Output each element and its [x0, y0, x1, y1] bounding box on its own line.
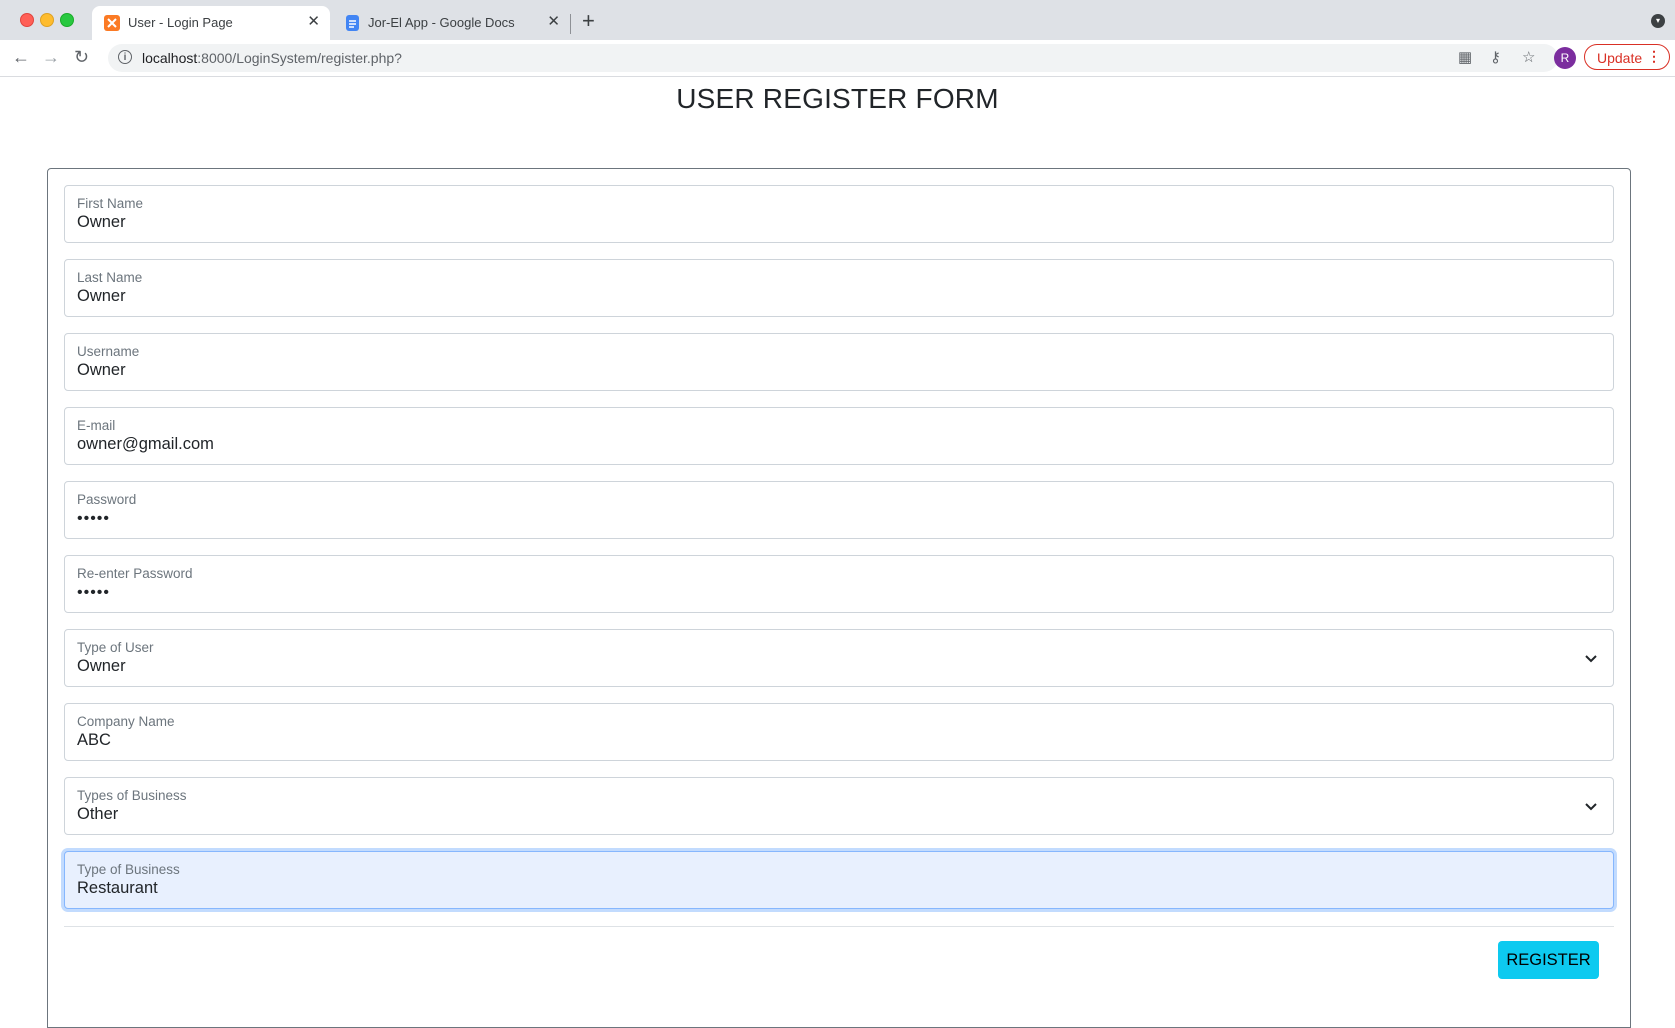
reenter-password-field[interactable]: Re-enter Password ••••• — [64, 555, 1614, 613]
page-title: USER REGISTER FORM — [676, 83, 999, 114]
close-window-button[interactable] — [20, 13, 34, 27]
browser-toolbar: ← → ↻ i localhost:8000/LoginSystem/regis… — [0, 40, 1675, 77]
field-label: Username — [77, 344, 140, 359]
tab-title: Jor-El App - Google Docs — [368, 15, 515, 30]
masked-password[interactable]: ••••• — [77, 584, 110, 602]
first-name-field[interactable]: First Name Owner — [64, 185, 1614, 243]
field-value[interactable]: Owner — [77, 213, 126, 232]
update-button[interactable]: Update ⋮ — [1584, 44, 1670, 70]
field-label: Last Name — [77, 270, 143, 285]
update-label: Update — [1597, 50, 1643, 66]
password-field[interactable]: Password ••••• — [64, 481, 1614, 539]
bookmark-star-icon[interactable]: ☆ — [1522, 50, 1535, 66]
close-tab-icon[interactable]: ✕ — [547, 14, 560, 30]
type-of-user-select[interactable]: Type of User Owner — [64, 629, 1614, 687]
last-name-field[interactable]: Last Name Owner — [64, 259, 1614, 317]
type-of-business-field[interactable]: Type of Business Restaurant — [64, 851, 1614, 909]
field-label: Type of Business — [77, 862, 180, 877]
field-value[interactable]: owner@gmail.com — [77, 435, 214, 454]
profile-avatar[interactable]: R — [1554, 47, 1576, 69]
username-field[interactable]: Username Owner — [64, 333, 1614, 391]
browser-tab-bar: User - Login Page ✕ Jor-El App - Google … — [0, 0, 1675, 40]
register-button[interactable]: REGISTER — [1498, 941, 1599, 979]
selected-option[interactable]: Other — [77, 805, 118, 824]
minimize-window-button[interactable] — [40, 13, 54, 27]
field-label: Company Name — [77, 714, 175, 729]
email-field[interactable]: E-mail owner@gmail.com — [64, 407, 1614, 465]
back-arrow-icon[interactable]: ← — [12, 47, 30, 67]
address-bar[interactable]: i localhost:8000/LoginSystem/register.ph… — [108, 44, 1558, 72]
chevron-down-icon[interactable] — [1583, 650, 1599, 666]
field-value[interactable]: Restaurant — [77, 879, 158, 898]
types-of-business-select[interactable]: Types of Business Other — [64, 777, 1614, 835]
field-label: Type of User — [77, 640, 154, 655]
selected-option[interactable]: Owner — [77, 657, 126, 676]
company-name-field[interactable]: Company Name ABC — [64, 703, 1614, 761]
tab-google-docs[interactable]: Jor-El App - Google Docs ✕ — [332, 6, 570, 40]
new-tab-icon[interactable]: + — [582, 10, 595, 32]
page-content: USER REGISTER FORM First Name Owner Last… — [0, 77, 1675, 1028]
forward-arrow-icon[interactable]: → — [42, 47, 60, 67]
tab-separator — [570, 14, 571, 34]
reload-icon[interactable]: ↻ — [74, 47, 89, 67]
register-form: First Name Owner Last Name Owner Usernam… — [47, 168, 1631, 1028]
tab-title: User - Login Page — [128, 15, 233, 30]
field-value[interactable]: Owner — [77, 287, 126, 306]
site-info-icon[interactable]: i — [118, 50, 132, 64]
field-label: Types of Business — [77, 788, 187, 803]
more-menu-icon[interactable]: ⋮ — [1647, 48, 1661, 65]
xampp-icon — [104, 15, 120, 31]
google-docs-icon — [346, 15, 359, 31]
field-value[interactable]: Owner — [77, 361, 126, 380]
qr-code-icon[interactable]: ▦ — [1458, 50, 1472, 66]
form-divider — [64, 926, 1614, 927]
field-label: First Name — [77, 196, 144, 211]
field-label: E-mail — [77, 418, 116, 433]
field-value[interactable]: ABC — [77, 731, 111, 750]
key-icon[interactable]: ⚷ — [1490, 50, 1501, 66]
url-text[interactable]: localhost:8000/LoginSystem/register.php? — [142, 50, 402, 66]
maximize-window-button[interactable] — [60, 13, 74, 27]
close-tab-icon[interactable]: ✕ — [307, 14, 320, 30]
chevron-down-icon[interactable] — [1583, 798, 1599, 814]
field-label: Re-enter Password — [77, 566, 193, 581]
masked-password[interactable]: ••••• — [77, 510, 110, 528]
tab-user-login-page[interactable]: User - Login Page ✕ — [92, 6, 330, 40]
tab-search-icon[interactable]: ▾ — [1651, 14, 1665, 28]
field-label: Password — [77, 492, 137, 507]
